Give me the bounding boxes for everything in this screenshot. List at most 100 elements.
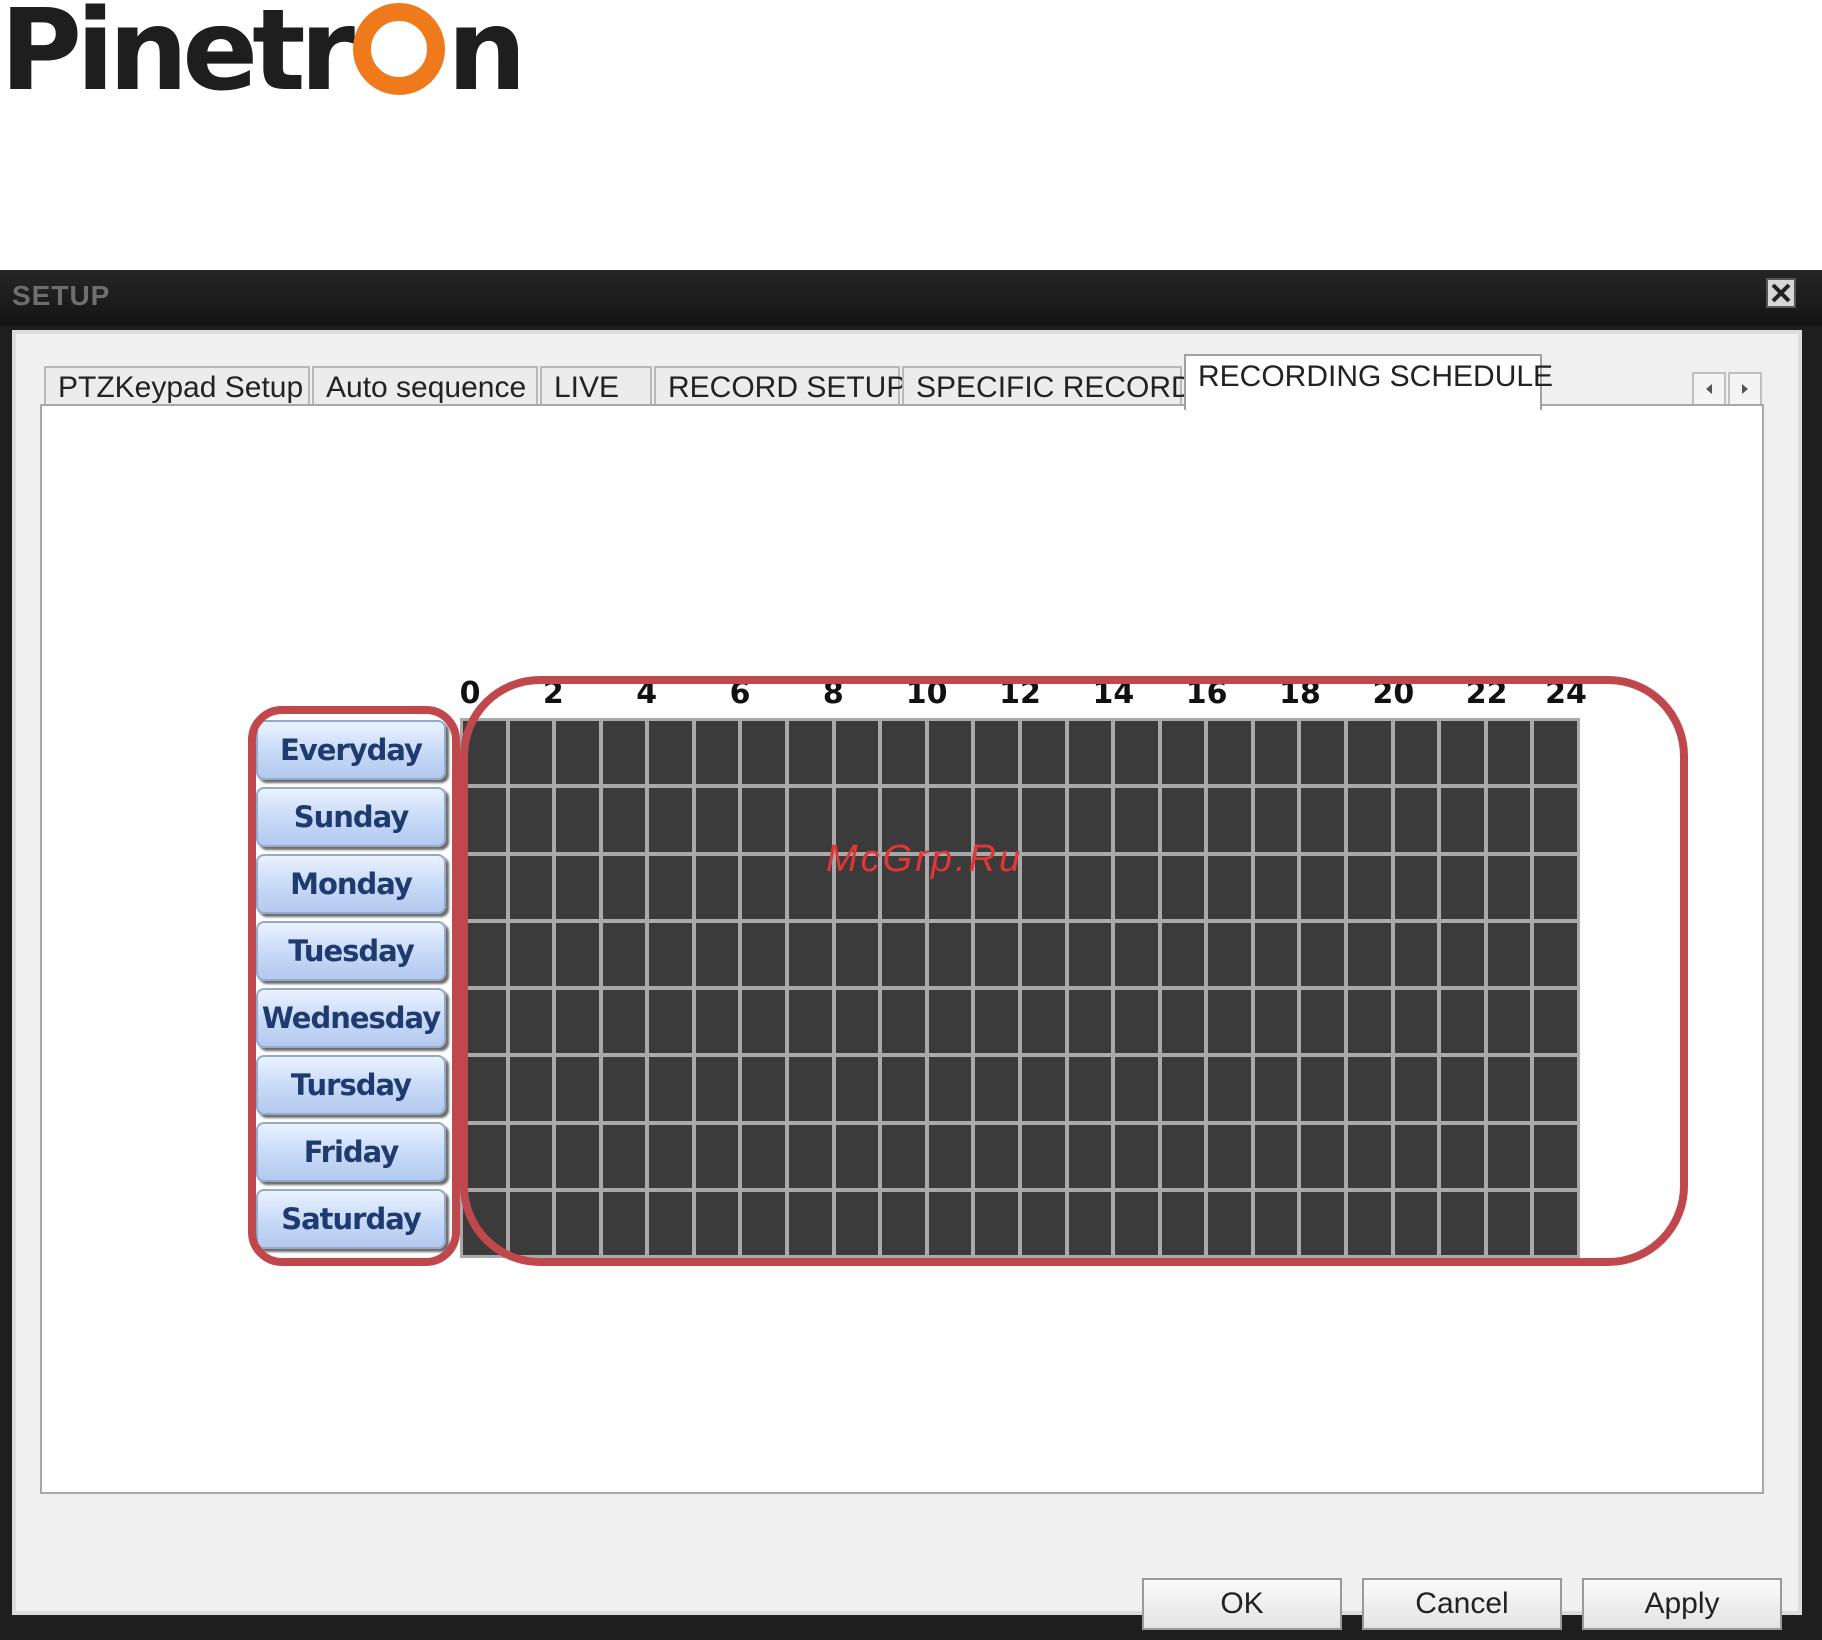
schedule-cell[interactable] (649, 1057, 692, 1121)
schedule-cell[interactable] (789, 1057, 832, 1121)
tab-live[interactable]: LIVE (540, 366, 652, 408)
schedule-cell[interactable] (649, 721, 692, 785)
schedule-cell[interactable] (1208, 922, 1251, 986)
schedule-cell[interactable] (556, 721, 599, 785)
schedule-cell[interactable] (1161, 1057, 1205, 1121)
schedule-cell[interactable] (602, 721, 646, 785)
schedule-cell[interactable] (1115, 990, 1158, 1054)
schedule-cell[interactable] (556, 990, 599, 1054)
schedule-cell[interactable] (1348, 721, 1391, 785)
schedule-cell[interactable] (1301, 721, 1345, 785)
schedule-cell[interactable] (1068, 990, 1112, 1054)
schedule-cell[interactable] (1021, 855, 1065, 919)
schedule-cell[interactable] (1394, 990, 1438, 1054)
schedule-cell[interactable] (789, 1191, 832, 1255)
schedule-cell[interactable] (1115, 1124, 1158, 1188)
schedule-cell[interactable] (975, 990, 1018, 1054)
schedule-cell[interactable] (1021, 1191, 1065, 1255)
schedule-cell[interactable] (1254, 855, 1298, 919)
schedule-cell[interactable] (1208, 721, 1251, 785)
schedule-cell[interactable] (1115, 721, 1158, 785)
schedule-cell[interactable] (1068, 922, 1112, 986)
schedule-cell[interactable] (1534, 1191, 1577, 1255)
schedule-cell[interactable] (1115, 855, 1158, 919)
schedule-cell[interactable] (1348, 1191, 1391, 1255)
schedule-cell[interactable] (649, 855, 692, 919)
schedule-cell[interactable] (1441, 1124, 1484, 1188)
schedule-cell[interactable] (928, 1057, 972, 1121)
schedule-cell[interactable] (1301, 1124, 1345, 1188)
tab-specific-record[interactable]: SPECIFIC RECORD (902, 366, 1193, 408)
schedule-cell[interactable] (556, 788, 599, 852)
schedule-cell[interactable] (509, 1057, 553, 1121)
schedule-cell[interactable] (789, 1124, 832, 1188)
schedule-cell[interactable] (1068, 1191, 1112, 1255)
schedule-cell[interactable] (1161, 788, 1205, 852)
schedule-cell[interactable] (695, 990, 739, 1054)
schedule-cell[interactable] (1115, 922, 1158, 986)
schedule-cell[interactable] (1394, 855, 1438, 919)
schedule-cell[interactable] (695, 1124, 739, 1188)
schedule-cell[interactable] (1208, 855, 1251, 919)
schedule-cell[interactable] (1441, 1057, 1484, 1121)
schedule-cell[interactable] (1161, 855, 1205, 919)
schedule-cell[interactable] (1394, 721, 1438, 785)
schedule-cell[interactable] (1068, 1057, 1112, 1121)
schedule-cell[interactable] (1254, 922, 1298, 986)
schedule-cell[interactable] (1161, 922, 1205, 986)
schedule-cell[interactable] (1487, 855, 1531, 919)
schedule-cell[interactable] (1115, 788, 1158, 852)
schedule-cell[interactable] (1068, 788, 1112, 852)
schedule-cell[interactable] (1487, 721, 1531, 785)
schedule-cell[interactable] (463, 990, 506, 1054)
schedule-cell[interactable] (556, 922, 599, 986)
schedule-cell[interactable] (1348, 990, 1391, 1054)
schedule-cell[interactable] (1208, 1124, 1251, 1188)
schedule-cell[interactable] (1348, 855, 1391, 919)
schedule-cell[interactable] (742, 855, 786, 919)
day-button-wednesday[interactable]: Wednesday (256, 988, 446, 1048)
schedule-cell[interactable] (882, 1191, 925, 1255)
schedule-cell[interactable] (1115, 1057, 1158, 1121)
schedule-cell[interactable] (1348, 1057, 1391, 1121)
schedule-cell[interactable] (556, 1191, 599, 1255)
schedule-cell[interactable] (1254, 1191, 1298, 1255)
schedule-cell[interactable] (975, 1191, 1018, 1255)
schedule-cell[interactable] (1208, 788, 1251, 852)
day-button-monday[interactable]: Monday (256, 854, 446, 914)
schedule-cell[interactable] (1534, 1124, 1577, 1188)
schedule-cell[interactable] (835, 721, 879, 785)
schedule-cell[interactable] (602, 1191, 646, 1255)
schedule-cell[interactable] (1534, 1057, 1577, 1121)
schedule-cell[interactable] (742, 1191, 786, 1255)
schedule-cell[interactable] (509, 721, 553, 785)
schedule-cell[interactable] (602, 1124, 646, 1188)
schedule-cell[interactable] (1115, 1191, 1158, 1255)
schedule-cell[interactable] (882, 721, 925, 785)
schedule-cell[interactable] (1534, 788, 1577, 852)
schedule-cell[interactable] (602, 788, 646, 852)
schedule-cell[interactable] (1208, 1191, 1251, 1255)
schedule-cell[interactable] (1301, 1057, 1345, 1121)
schedule-cell[interactable] (1161, 1124, 1205, 1188)
schedule-cell[interactable] (1394, 922, 1438, 986)
schedule-cell[interactable] (975, 922, 1018, 986)
schedule-cell[interactable] (1161, 990, 1205, 1054)
schedule-cell[interactable] (463, 1124, 506, 1188)
schedule-cell[interactable] (1161, 1191, 1205, 1255)
schedule-cell[interactable] (975, 1057, 1018, 1121)
schedule-cell[interactable] (1487, 922, 1531, 986)
schedule-cell[interactable] (463, 721, 506, 785)
schedule-cell[interactable] (1021, 990, 1065, 1054)
tab-auto-sequence[interactable]: Auto sequence (312, 366, 538, 408)
schedule-cell[interactable] (1068, 855, 1112, 919)
schedule-cell[interactable] (1348, 1124, 1391, 1188)
schedule-cell[interactable] (1487, 1191, 1531, 1255)
schedule-cell[interactable] (1021, 1057, 1065, 1121)
schedule-cell[interactable] (1301, 990, 1345, 1054)
schedule-cell[interactable] (975, 1124, 1018, 1188)
schedule-cell[interactable] (1021, 922, 1065, 986)
schedule-cell[interactable] (649, 1191, 692, 1255)
tab-scroll-right-button[interactable] (1728, 372, 1762, 406)
schedule-cell[interactable] (1394, 1124, 1438, 1188)
